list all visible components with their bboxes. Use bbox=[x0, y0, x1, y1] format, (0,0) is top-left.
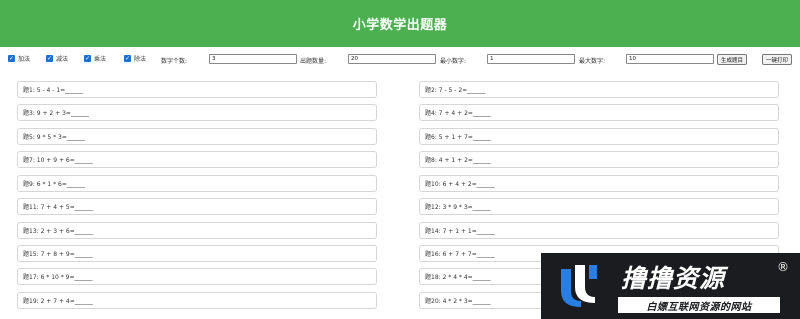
problem-item: 题8: 4 + 1 + 2=______ bbox=[419, 151, 779, 168]
problem-item: 题4: 7 + 4 + 2=______ bbox=[419, 104, 779, 121]
checkbox-divide-label: 除法 bbox=[134, 56, 147, 63]
problem-item: 题10: 6 + 4 + 2=______ bbox=[419, 175, 779, 192]
max-number-input[interactable]: 10 bbox=[626, 54, 714, 64]
problem-item: 题1: 5 - 4 - 1=______ bbox=[17, 81, 377, 98]
problem-item: 题5: 9 * 5 * 3=______ bbox=[17, 128, 377, 145]
problem-item: 题2: 7 - 5 - 2=______ bbox=[419, 81, 779, 98]
checkmark-icon: ✓ bbox=[84, 55, 91, 62]
max-number-label: 最大数字: bbox=[579, 58, 606, 65]
watermark-banner: 撸撸资源 ® 白嫖互联网资源的网站 bbox=[541, 253, 800, 319]
checkmark-icon: ✓ bbox=[46, 55, 53, 62]
min-number-input[interactable]: 1 bbox=[487, 54, 575, 64]
problem-item: 题9: 6 * 1 * 6=______ bbox=[17, 175, 377, 192]
problem-item: 题11: 7 + 4 + 5=______ bbox=[17, 198, 377, 215]
controls-bar: ✓ 加法 ✓ 减法 ✓ 乘法 ✓ 除法 数字个数: 3 出题数量: 20 最小数… bbox=[8, 53, 796, 67]
problem-item: 题17: 6 * 10 * 9=______ bbox=[17, 268, 377, 285]
page-title: 小学数学出题器 bbox=[352, 18, 448, 33]
generate-button[interactable]: 生成题目 bbox=[717, 54, 747, 65]
checkbox-divide[interactable]: ✓ 除法 bbox=[124, 54, 146, 63]
watermark-subtitle: 白嫖互联网资源的网站 bbox=[618, 297, 780, 313]
problem-item: 题15: 7 + 8 + 9=______ bbox=[17, 245, 377, 262]
problem-item: 题19: 2 + 7 + 4=______ bbox=[17, 292, 377, 309]
problem-count-input[interactable]: 20 bbox=[348, 54, 436, 64]
problem-count-label: 出题数量: bbox=[300, 58, 327, 65]
jl-logo-icon bbox=[561, 265, 597, 307]
watermark-title: 撸撸资源 bbox=[621, 264, 726, 293]
checkmark-icon: ✓ bbox=[8, 55, 15, 62]
app-header: 小学数学出题器 bbox=[0, 0, 800, 47]
checkbox-add[interactable]: ✓ 加法 bbox=[8, 54, 30, 63]
checkbox-subtract[interactable]: ✓ 减法 bbox=[46, 54, 68, 63]
problem-item: 题7: 10 + 9 + 6=______ bbox=[17, 151, 377, 168]
problem-item: 题14: 7 + 1 + 1=______ bbox=[419, 222, 779, 239]
registered-mark: ® bbox=[777, 260, 789, 274]
problem-item: 题3: 9 + 2 + 3=______ bbox=[17, 104, 377, 121]
checkbox-add-label: 加法 bbox=[18, 56, 31, 63]
checkbox-multiply[interactable]: ✓ 乘法 bbox=[84, 54, 106, 63]
min-number-label: 最小数字: bbox=[440, 58, 467, 65]
num-count-label: 数字个数: bbox=[161, 58, 188, 65]
print-button[interactable]: 一键打印 bbox=[762, 54, 792, 65]
problem-item: 题13: 2 + 3 + 6=______ bbox=[17, 222, 377, 239]
checkbox-multiply-label: 乘法 bbox=[94, 56, 107, 63]
num-count-input[interactable]: 3 bbox=[209, 54, 297, 64]
checkbox-subtract-label: 减法 bbox=[56, 56, 69, 63]
checkmark-icon: ✓ bbox=[124, 55, 131, 62]
problem-item: 题12: 3 * 9 * 3=______ bbox=[419, 198, 779, 215]
problem-item: 题6: 5 + 1 + 7=______ bbox=[419, 128, 779, 145]
